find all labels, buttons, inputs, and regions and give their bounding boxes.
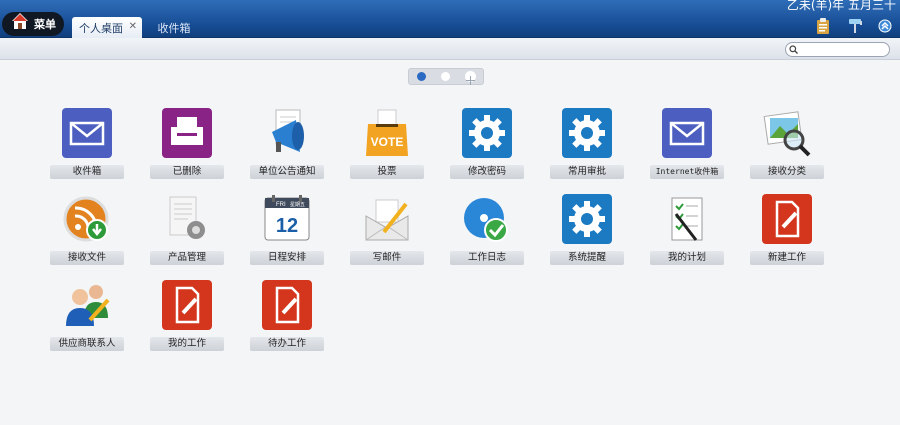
app-product-management[interactable]: 产品管理 <box>150 194 224 268</box>
app-label: 常用审批 <box>550 165 624 179</box>
app-label: 单位公告通知 <box>250 165 324 179</box>
app-write-mail[interactable]: 写邮件 <box>350 194 424 268</box>
gear-icon <box>562 194 612 244</box>
app-work-log[interactable]: 工作日志 <box>450 194 524 268</box>
page-1-dot[interactable] <box>416 72 426 81</box>
app-label: 系统提醒 <box>550 251 624 265</box>
app-receive-file[interactable]: 接收文件 <box>50 194 124 268</box>
app-vote[interactable]: VOTE 投票 <box>350 108 424 182</box>
search-input[interactable] <box>785 42 890 57</box>
app-label: 接收文件 <box>50 251 124 265</box>
app-label: 日程安排 <box>250 251 324 265</box>
gear-icon <box>562 108 612 158</box>
top-bar: 菜单 个人桌面 ✕ 收件箱 乙未(羊)年 五月三十 <box>0 0 900 38</box>
mail-envelope-icon <box>662 108 712 158</box>
app-label: 新建工作 <box>750 251 824 265</box>
calendar-weekday-en: FRI <box>276 202 286 208</box>
app-label: 已删除 <box>150 165 224 179</box>
letter-pen-icon <box>362 194 412 244</box>
lunar-date: 乙未(羊)年 五月三十 <box>786 0 896 12</box>
tab-inbox[interactable]: 收件箱 <box>150 17 198 38</box>
search-bar <box>0 38 900 60</box>
app-notice[interactable]: 单位公告通知 <box>250 108 324 182</box>
app-label: 写邮件 <box>350 251 424 265</box>
app-label: 投票 <box>350 165 424 179</box>
app-system-reminder[interactable]: 系统提醒 <box>550 194 624 268</box>
document-gear-icon <box>162 194 212 244</box>
calendar-day: 12 <box>276 215 298 237</box>
app-inbox[interactable]: 收件箱 <box>50 108 124 182</box>
tab-label: 收件箱 <box>157 21 191 35</box>
app-new-work[interactable]: 新建工作 <box>750 194 824 268</box>
menu-button[interactable]: 菜单 <box>2 12 64 36</box>
app-schedule[interactable]: FRI 星期五 12 日程安排 <box>250 194 324 268</box>
app-receive-category[interactable]: 接收分类 <box>750 108 824 182</box>
gear-icon <box>462 108 512 158</box>
home-icon <box>12 13 28 29</box>
clipboard-icon[interactable] <box>816 18 830 34</box>
app-label: 接收分类 <box>750 165 824 179</box>
app-label: 我的计划 <box>650 251 724 265</box>
app-my-work[interactable]: 我的工作 <box>150 280 224 354</box>
app-label: 工作日志 <box>450 251 524 265</box>
edit-document-icon <box>262 280 312 330</box>
app-change-password[interactable]: 修改密码 <box>450 108 524 182</box>
megaphone-icon <box>262 108 312 158</box>
app-label: 产品管理 <box>150 251 224 265</box>
page-switcher <box>408 68 484 85</box>
calendar-icon: FRI 星期五 12 <box>262 194 312 244</box>
overview-grid-icon[interactable] <box>464 71 476 85</box>
mail-envelope-icon <box>62 108 112 158</box>
rss-download-icon <box>62 194 112 244</box>
search-icon <box>789 45 798 54</box>
app-label: 供应商联系人 <box>50 337 124 351</box>
app-todo-work[interactable]: 待办工作 <box>250 280 324 354</box>
tab-label: 个人桌面 <box>79 21 123 35</box>
page-2-dot[interactable] <box>440 72 450 81</box>
app-label: Internet收件箱 <box>650 165 724 179</box>
app-deleted[interactable]: 已删除 <box>150 108 224 182</box>
checklist-pen-icon <box>662 194 712 244</box>
calendar-weekday-cn: 星期五 <box>290 202 305 208</box>
app-label: 待办工作 <box>250 337 324 351</box>
app-label: 修改密码 <box>450 165 524 179</box>
disc-check-icon <box>462 194 512 244</box>
vote-text: VOTE <box>371 135 404 149</box>
users-pencil-icon <box>62 280 112 330</box>
menu-label: 菜单 <box>34 18 56 31</box>
app-common-approval[interactable]: 常用审批 <box>550 108 624 182</box>
edit-document-icon <box>762 194 812 244</box>
picture-magnifier-icon <box>762 108 812 158</box>
edit-document-icon <box>162 280 212 330</box>
app-my-plan[interactable]: 我的计划 <box>650 194 724 268</box>
app-supplier-contacts[interactable]: 供应商联系人 <box>50 280 124 354</box>
trash-printer-icon <box>162 108 212 158</box>
close-icon[interactable]: ✕ <box>129 21 137 32</box>
tab-personal-desktop[interactable]: 个人桌面 ✕ <box>72 17 142 38</box>
collapse-up-icon[interactable] <box>878 18 892 34</box>
app-label: 我的工作 <box>150 337 224 351</box>
app-label: 收件箱 <box>50 165 124 179</box>
paint-roller-icon[interactable] <box>848 18 862 34</box>
vote-box-icon: VOTE <box>362 108 412 158</box>
app-internet-inbox[interactable]: Internet收件箱 <box>650 108 724 182</box>
